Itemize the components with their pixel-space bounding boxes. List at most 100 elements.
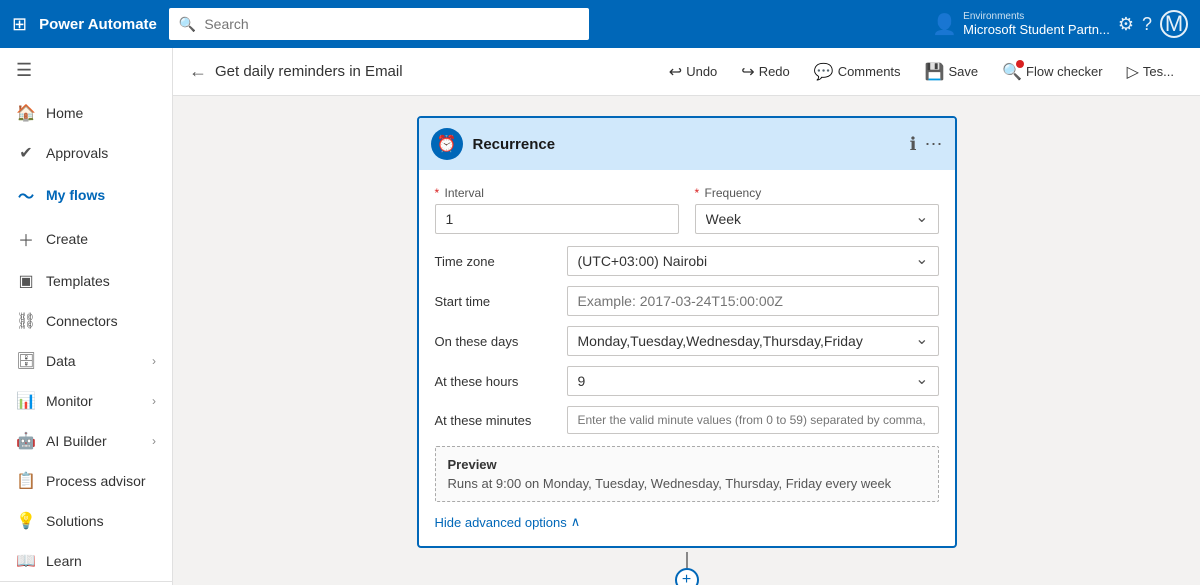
test-label: Tes... [1143,64,1174,79]
templates-icon: ▣ [16,271,36,291]
sidebar-item-create[interactable]: ＋ Create [0,217,172,261]
sidebar-item-connectors[interactable]: ⛓ Connectors [0,301,172,341]
start-time-control [567,286,939,316]
solutions-icon: 💡 [16,511,36,531]
sidebar-item-label: Connectors [46,313,118,329]
sidebar-item-data[interactable]: 🗄 Data › [0,341,172,381]
timezone-select-wrapper: (UTC+03:00) Nairobi [567,246,939,276]
process-advisor-icon: 📋 [16,471,36,491]
at-these-minutes-input[interactable] [567,406,939,434]
connector-line-top [686,552,688,568]
hamburger-button[interactable]: ☰ [0,48,172,93]
interval-field: * Interval [435,186,679,234]
timezone-select[interactable]: (UTC+03:00) Nairobi [567,246,939,276]
timezone-row: Time zone (UTC+03:00) Nairobi [435,246,939,276]
main-layout: ☰ 🏠 Home ✔ Approvals 〜 My flows ＋ Create… [0,48,1200,585]
interval-input[interactable] [435,204,679,234]
waffle-icon[interactable]: ⊞ [12,14,27,35]
learn-icon: 📖 [16,551,36,571]
comments-label: Comments [838,64,901,79]
recurrence-more-button[interactable]: ⋯ [925,134,943,155]
flow-title: Get daily reminders in Email [215,63,403,80]
data-icon: 🗄 [16,351,36,371]
topbar: ⊞ Power Automate 🔍 👤 Environments Micros… [0,0,1200,48]
sidebar-item-label: Approvals [46,145,108,161]
flow-checker-button[interactable]: 🔍 Flow checker [992,56,1113,88]
at-these-hours-select-wrapper: 9 [567,366,939,396]
sidebar-item-my-flows[interactable]: 〜 My flows [0,173,172,217]
recurrence-info-button[interactable]: ℹ [910,134,917,155]
frequency-required: * [695,186,700,200]
comments-icon: 💬 [814,62,834,82]
sidebar-item-home[interactable]: 🏠 Home [0,93,172,133]
sidebar-item-ai-builder[interactable]: 🤖 AI Builder › [0,421,172,461]
save-button[interactable]: 💾 Save [915,56,989,88]
recurrence-card-header: ⏰ Recurrence ℹ ⋯ [419,118,955,170]
at-these-hours-select[interactable]: 9 [567,366,939,396]
settings-icon[interactable]: ⚙ [1118,14,1134,35]
recurrence-icon: ⏰ [431,128,463,160]
comments-button[interactable]: 💬 Comments [804,56,911,88]
recurrence-header-actions: ℹ ⋯ [910,134,943,155]
flow-connector: + ↓ [675,548,699,585]
env-name: Microsoft Student Partn... [963,22,1110,37]
at-these-minutes-row: At these minutes [435,406,939,434]
preview-title: Preview [448,457,926,472]
sidebar-item-label: AI Builder [46,433,107,449]
hide-advanced-button[interactable]: Hide advanced options ∧ [435,514,939,530]
sub-header-actions: ↩ Undo ↪ Redo 💬 Comments 💾 Save � [659,56,1184,88]
sidebar-item-learn[interactable]: 📖 Learn [0,541,172,581]
save-icon: 💾 [925,62,945,82]
sidebar-item-approvals[interactable]: ✔ Approvals [0,133,172,173]
at-these-minutes-label: At these minutes [435,413,555,428]
start-time-input[interactable] [567,286,939,316]
sub-header: ← Get daily reminders in Email ↩ Undo ↪ … [173,48,1200,96]
recurrence-title: Recurrence [473,136,900,153]
env-label: Environments [963,11,1110,22]
sidebar-item-solutions[interactable]: 💡 Solutions [0,501,172,541]
at-these-hours-control: 9 [567,366,939,396]
error-badge [1016,60,1024,68]
at-these-hours-row: At these hours 9 [435,366,939,396]
undo-button[interactable]: ↩ Undo [659,56,727,88]
on-these-days-select[interactable]: Monday,Tuesday,Wednesday,Thursday,Friday [567,326,939,356]
chevron-up-icon: ∧ [571,514,581,530]
app-title: Power Automate [39,16,157,33]
sidebar-item-monitor[interactable]: 📊 Monitor › [0,381,172,421]
approvals-icon: ✔ [16,143,36,163]
sidebar: ☰ 🏠 Home ✔ Approvals 〜 My flows ＋ Create… [0,48,173,585]
sidebar-item-label: Home [46,105,83,121]
chevron-down-icon: › [152,354,156,368]
test-button[interactable]: ▷ Tes... [1117,56,1184,88]
profile-icon[interactable]: M [1160,10,1188,38]
search-input[interactable] [204,16,579,32]
search-bar[interactable]: 🔍 [169,8,589,40]
undo-label: Undo [686,64,717,79]
frequency-label: * Frequency [695,186,939,200]
back-button[interactable]: ← [189,61,207,82]
connectors-icon: ⛓ [16,311,36,331]
sidebar-item-label: Process advisor [46,473,146,489]
ai-builder-icon: 🤖 [16,431,36,451]
topbar-right: 👤 Environments Microsoft Student Partn..… [932,10,1188,38]
test-icon: ▷ [1127,62,1139,82]
interval-frequency-row: * Interval * Frequency [435,186,939,234]
sidebar-item-label: Data [46,353,76,369]
sidebar-item-label: Solutions [46,513,104,529]
frequency-field: * Frequency Week Day Hour Minute [695,186,939,234]
add-step-button[interactable]: + [675,568,699,585]
on-these-days-select-wrapper: Monday,Tuesday,Wednesday,Thursday,Friday [567,326,939,356]
redo-icon: ↪ [741,62,754,82]
sidebar-item-process-advisor[interactable]: 📋 Process advisor [0,461,172,501]
help-icon[interactable]: ? [1142,14,1152,35]
environment-selector[interactable]: 👤 Environments Microsoft Student Partn..… [932,11,1110,37]
recurrence-card-body: * Interval * Frequency [419,170,955,546]
flow-checker-label: Flow checker [1026,64,1103,79]
redo-button[interactable]: ↪ Redo [731,56,799,88]
frequency-select[interactable]: Week Day Hour Minute [695,204,939,234]
sidebar-item-label: Templates [46,273,110,289]
environment-icon: 👤 [932,12,957,37]
interval-label: * Interval [435,186,679,200]
canvas: ⏰ Recurrence ℹ ⋯ * Interval [173,96,1200,585]
sidebar-item-templates[interactable]: ▣ Templates [0,261,172,301]
